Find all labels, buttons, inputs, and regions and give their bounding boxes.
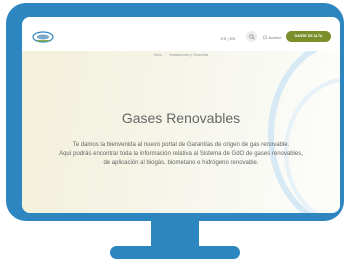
description-line: Te damos la bienvenida al nuevo portal d… [72, 142, 290, 148]
breadcrumb: Inicio · Instalaciones y Garantías [22, 53, 340, 57]
monitor-frame: ES | EN ⊡Acceso DARSE DE ALTA Inicio · I… [6, 3, 344, 221]
enagas-logo[interactable] [32, 30, 54, 43]
page-title: Gases Renovables [121, 110, 241, 126]
breadcrumb-item-home[interactable]: Inicio [154, 53, 162, 57]
page-description: Te damos la bienvenida al nuevo portal d… [42, 141, 320, 168]
search-icon [248, 33, 255, 40]
lock-icon: ⊡ [263, 35, 268, 41]
search-button[interactable] [246, 31, 257, 42]
screen: ES | EN ⊡Acceso DARSE DE ALTA Inicio · I… [22, 17, 340, 213]
signup-button[interactable]: DARSE DE ALTA [286, 31, 331, 42]
description-line: Aquí podrás encontrar toda la informació… [59, 151, 303, 157]
top-navigation-bar: ES | EN ⊡Acceso DARSE DE ALTA [22, 17, 340, 51]
monitor-stand-base [110, 246, 240, 259]
description-line: de aplicación al biogás, biometano e hid… [103, 160, 259, 166]
access-link[interactable]: ⊡Acceso [263, 35, 281, 41]
language-selector[interactable]: ES | EN [221, 36, 235, 41]
access-label: Acceso [268, 35, 282, 40]
breadcrumb-separator: · [164, 53, 166, 57]
monitor-stand-neck [151, 221, 199, 249]
breadcrumb-item-current[interactable]: Instalaciones y Garantías [169, 53, 209, 57]
